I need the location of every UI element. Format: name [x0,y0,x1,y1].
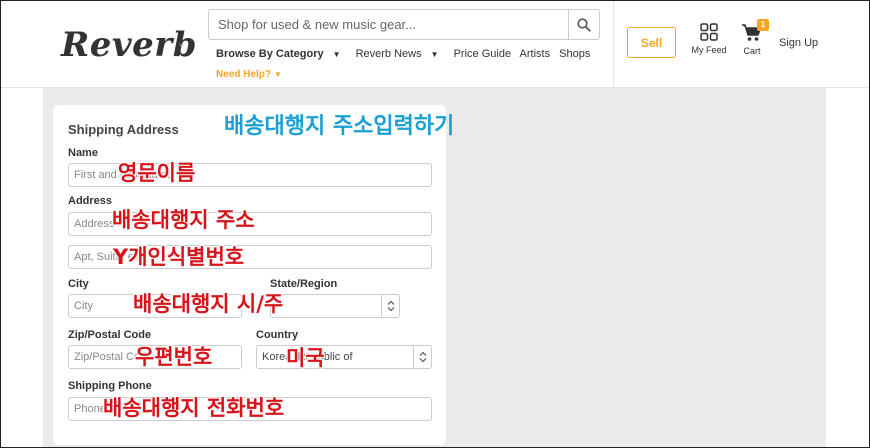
state-region-select[interactable] [270,294,400,318]
caret-down-icon: ▼ [274,70,282,79]
cart-button[interactable]: 1 Cart [737,19,769,56]
nav-artists[interactable]: Artists [520,48,551,60]
annotation-country: 미국 [286,346,325,370]
search-button[interactable] [568,10,599,39]
city-label: City [68,278,89,290]
state-region-label: State/Region [270,278,338,290]
chevron-down-icon[interactable]: ⌄ [177,38,185,49]
name-label: Name [68,147,98,159]
nav-browse-by-category[interactable]: Browse By Category ▼ [216,48,347,60]
main-nav: Browse By Category ▼ Reverb News ▼ Price G… [216,48,596,60]
sign-up-link[interactable]: Sign Up [779,37,818,49]
nav-label: Reverb News [355,48,422,60]
header-divider [613,1,614,88]
annotation-name: 영문이름 [118,161,196,185]
grid-icon [700,23,718,41]
shipping-address-card [53,105,446,445]
my-feed-button[interactable]: My Feed [687,23,731,55]
nav-label: Browse By Category [216,48,324,60]
select-arrows-icon [381,295,399,317]
annotation-phone: 배송대행지 전화번호 [103,396,285,420]
annotation-address: 배송대행지 주소 [112,208,255,232]
cart-count-badge: 1 [757,19,769,31]
select-arrows-icon [413,346,431,368]
annotation-address2: Y개인식별번호 [113,245,245,269]
search-bar [208,9,600,40]
annotation-city: 배송대행지 시/주 [133,292,284,316]
country-select[interactable]: Korea, Republic of [256,345,432,369]
zip-postal-label: Zip/Postal Code [68,329,152,341]
nav-shops[interactable]: Shops [559,48,590,60]
search-input[interactable] [209,10,569,39]
site-header: Reverb ⌄ Browse By Category▼ Reverb News… [1,1,869,88]
need-help-label: Need Help? [216,69,272,80]
need-help-menu[interactable]: Need Help? ▼ [216,69,282,80]
annotation-zip: 우편번호 [135,345,213,369]
nav-reverb-news[interactable]: Reverb News ▼ [356,48,445,60]
caret-down-icon: ▼ [430,50,439,59]
shipping-address-title: Shipping Address [68,122,179,137]
my-feed-label: My Feed [691,45,727,55]
shipping-phone-label: Shipping Phone [68,380,152,392]
address-label: Address [68,195,113,207]
nav-price-guide[interactable]: Price Guide [454,48,511,60]
sell-button[interactable]: Sell [627,27,676,58]
cart-label: Cart [743,46,761,56]
country-label: Country [256,329,299,341]
annotation-heading: 배송대행지 주소입력하기 [224,114,455,139]
search-icon [577,17,591,32]
caret-down-icon: ▼ [332,50,341,59]
